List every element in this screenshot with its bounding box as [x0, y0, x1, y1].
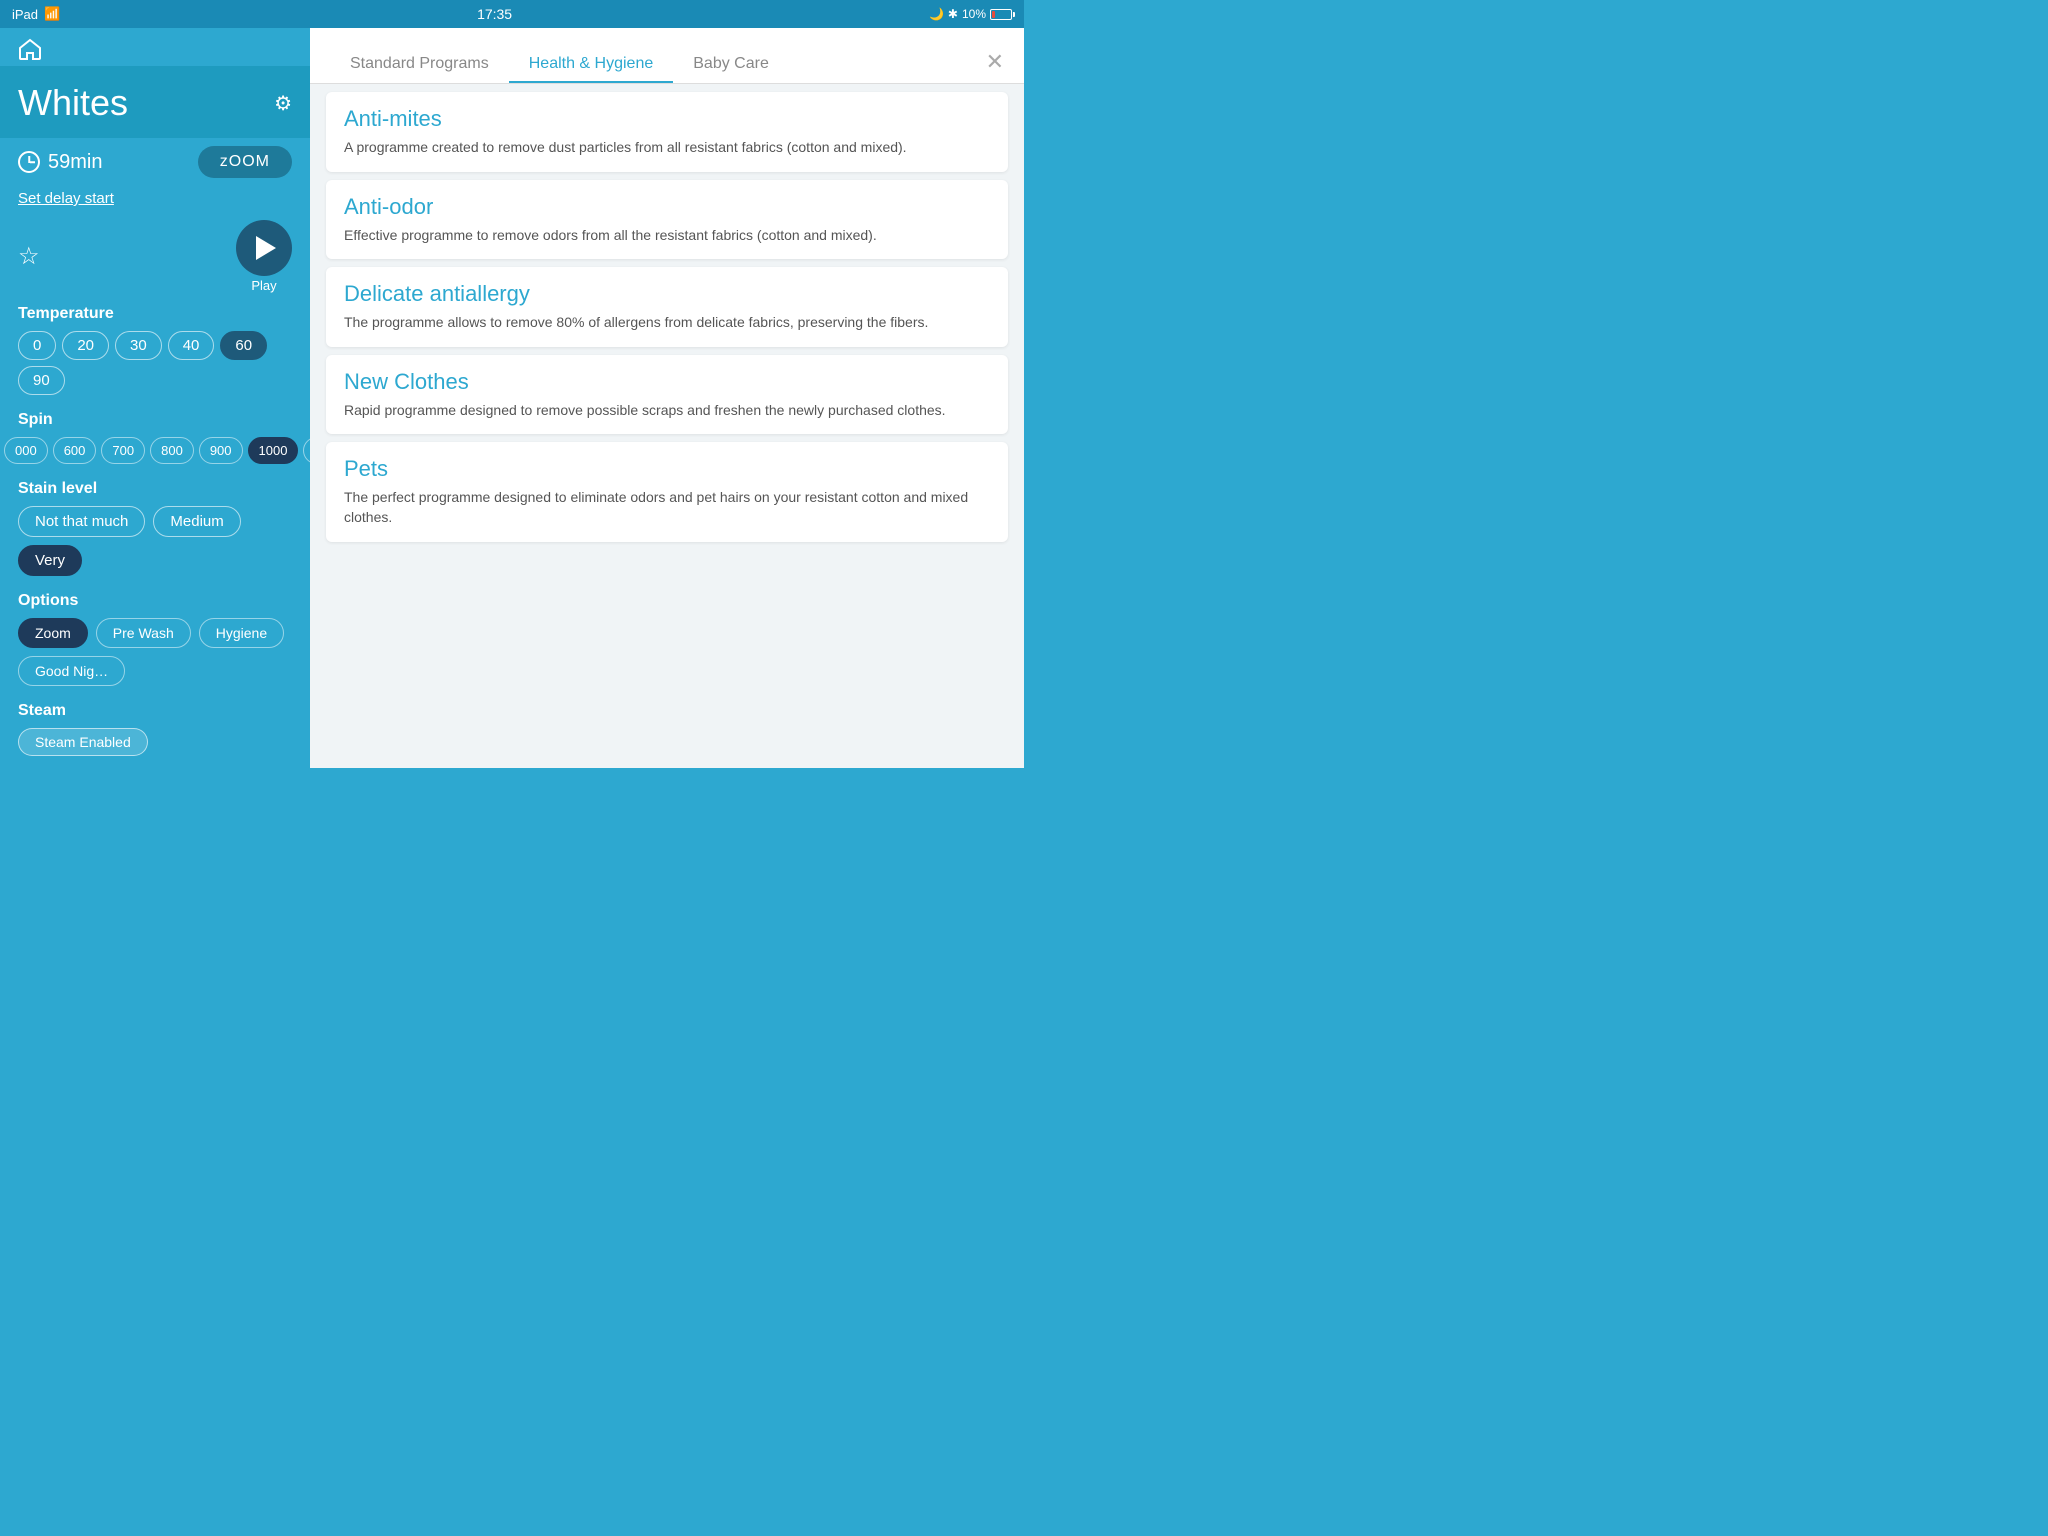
home-button[interactable]	[18, 38, 42, 66]
program-delicate: Delicate antiallergy The programme allow…	[326, 267, 1008, 347]
status-right: 🌙 ✱ 10%	[929, 7, 1012, 21]
carrier-label: iPad	[12, 7, 38, 22]
status-time: 17:35	[477, 6, 512, 22]
left-panel: Whites ⚙ 59min zOOM Set delay start ☆ Pl…	[0, 28, 310, 768]
play-button-group: Play	[236, 220, 292, 293]
program-name-new-clothes[interactable]: New Clothes	[344, 369, 990, 395]
tab-baby[interactable]: Baby Care	[673, 39, 789, 83]
stain-medium[interactable]: Medium	[153, 506, 240, 537]
program-pets: Pets The perfect programme designed to e…	[326, 442, 1008, 541]
play-button[interactable]	[236, 220, 292, 276]
zoom-button[interactable]: zOOM	[198, 146, 292, 178]
delay-start-link[interactable]: Set delay start	[18, 190, 114, 207]
main-layout: Whites ⚙ 59min zOOM Set delay start ☆ Pl…	[0, 28, 1024, 768]
program-anti-odor: Anti-odor Effective programme to remove …	[326, 180, 1008, 260]
program-name-anti-odor[interactable]: Anti-odor	[344, 194, 990, 220]
temperature-options: 0 20 30 40 60 90	[0, 327, 310, 403]
stain-very[interactable]: Very	[18, 545, 82, 576]
program-anti-mites: Anti-mites A programme created to remove…	[326, 92, 1008, 172]
program-desc-anti-odor: Effective programme to remove odors from…	[344, 226, 990, 246]
program-desc-delicate: The programme allows to remove 80% of al…	[344, 313, 990, 333]
battery-percent: 10%	[962, 7, 986, 21]
program-title: Whites	[18, 82, 128, 124]
spin-000[interactable]: 000	[4, 437, 48, 464]
temp-40[interactable]: 40	[168, 331, 215, 360]
temperature-label: Temperature	[0, 297, 310, 327]
timer-display: 59min	[18, 151, 102, 174]
program-name-anti-mites[interactable]: Anti-mites	[344, 106, 990, 132]
options-list: Zoom Pre Wash Hygiene Good Nig…	[0, 614, 310, 694]
settings-icon[interactable]: ⚙	[274, 91, 292, 116]
stain-label: Stain level	[0, 472, 310, 502]
stain-options: Not that much Medium Very	[0, 502, 310, 584]
spin-600[interactable]: 600	[53, 437, 97, 464]
tab-health[interactable]: Health & Hygiene	[509, 39, 674, 83]
option-hygiene[interactable]: Hygiene	[199, 618, 284, 648]
play-row: ☆ Play	[0, 214, 310, 297]
play-label: Play	[251, 278, 276, 293]
spin-700[interactable]: 700	[101, 437, 145, 464]
steam-enabled-pill[interactable]: Steam Enabled	[18, 728, 148, 756]
program-desc-new-clothes: Rapid programme designed to remove possi…	[344, 401, 990, 421]
temp-20[interactable]: 20	[62, 331, 109, 360]
status-bar: iPad 📶 17:35 🌙 ✱ 10%	[0, 0, 1024, 28]
temp-90[interactable]: 90	[18, 366, 65, 395]
duration-label: 59min	[48, 151, 102, 174]
battery-icon	[990, 9, 1012, 20]
timer-row: 59min zOOM	[0, 138, 310, 184]
right-panel: Standard Programs Health & Hygiene Baby …	[310, 28, 1024, 768]
favorite-icon[interactable]: ☆	[18, 242, 40, 271]
temp-60[interactable]: 60	[220, 331, 267, 360]
program-name-pets[interactable]: Pets	[344, 456, 990, 482]
status-left: iPad 📶	[12, 6, 60, 22]
program-name-delicate[interactable]: Delicate antiallergy	[344, 281, 990, 307]
delay-start-row: Set delay start	[0, 184, 310, 214]
program-desc-anti-mites: A programme created to remove dust parti…	[344, 138, 990, 158]
program-header: Whites ⚙	[0, 66, 310, 138]
bluetooth-icon: ✱	[948, 7, 958, 21]
spin-label: Spin	[0, 403, 310, 433]
tab-standard[interactable]: Standard Programs	[330, 39, 509, 83]
temp-30[interactable]: 30	[115, 331, 162, 360]
steam-label: Steam	[0, 694, 310, 724]
option-prewash[interactable]: Pre Wash	[96, 618, 191, 648]
wifi-icon: 📶	[44, 6, 60, 22]
spin-options: 000 600 700 800 900 1000 1100 1200 1300 …	[0, 433, 310, 472]
moon-icon: 🌙	[929, 7, 944, 21]
spin-1100[interactable]: 1100	[303, 437, 310, 464]
option-zoom[interactable]: Zoom	[18, 618, 88, 648]
program-new-clothes: New Clothes Rapid programme designed to …	[326, 355, 1008, 435]
option-goodnight[interactable]: Good Nig…	[18, 656, 125, 686]
clock-icon	[18, 151, 40, 173]
options-label: Options	[0, 584, 310, 614]
spin-1000[interactable]: 1000	[248, 437, 299, 464]
temp-0[interactable]: 0	[18, 331, 56, 360]
spin-800[interactable]: 800	[150, 437, 194, 464]
stain-not-much[interactable]: Not that much	[18, 506, 145, 537]
close-button[interactable]: ✕	[986, 49, 1004, 83]
program-desc-pets: The perfect programme designed to elimin…	[344, 488, 990, 527]
play-triangle-icon	[256, 236, 276, 260]
spin-900[interactable]: 900	[199, 437, 243, 464]
tab-bar: Standard Programs Health & Hygiene Baby …	[310, 28, 1024, 84]
programs-list: Anti-mites A programme created to remove…	[310, 84, 1024, 768]
